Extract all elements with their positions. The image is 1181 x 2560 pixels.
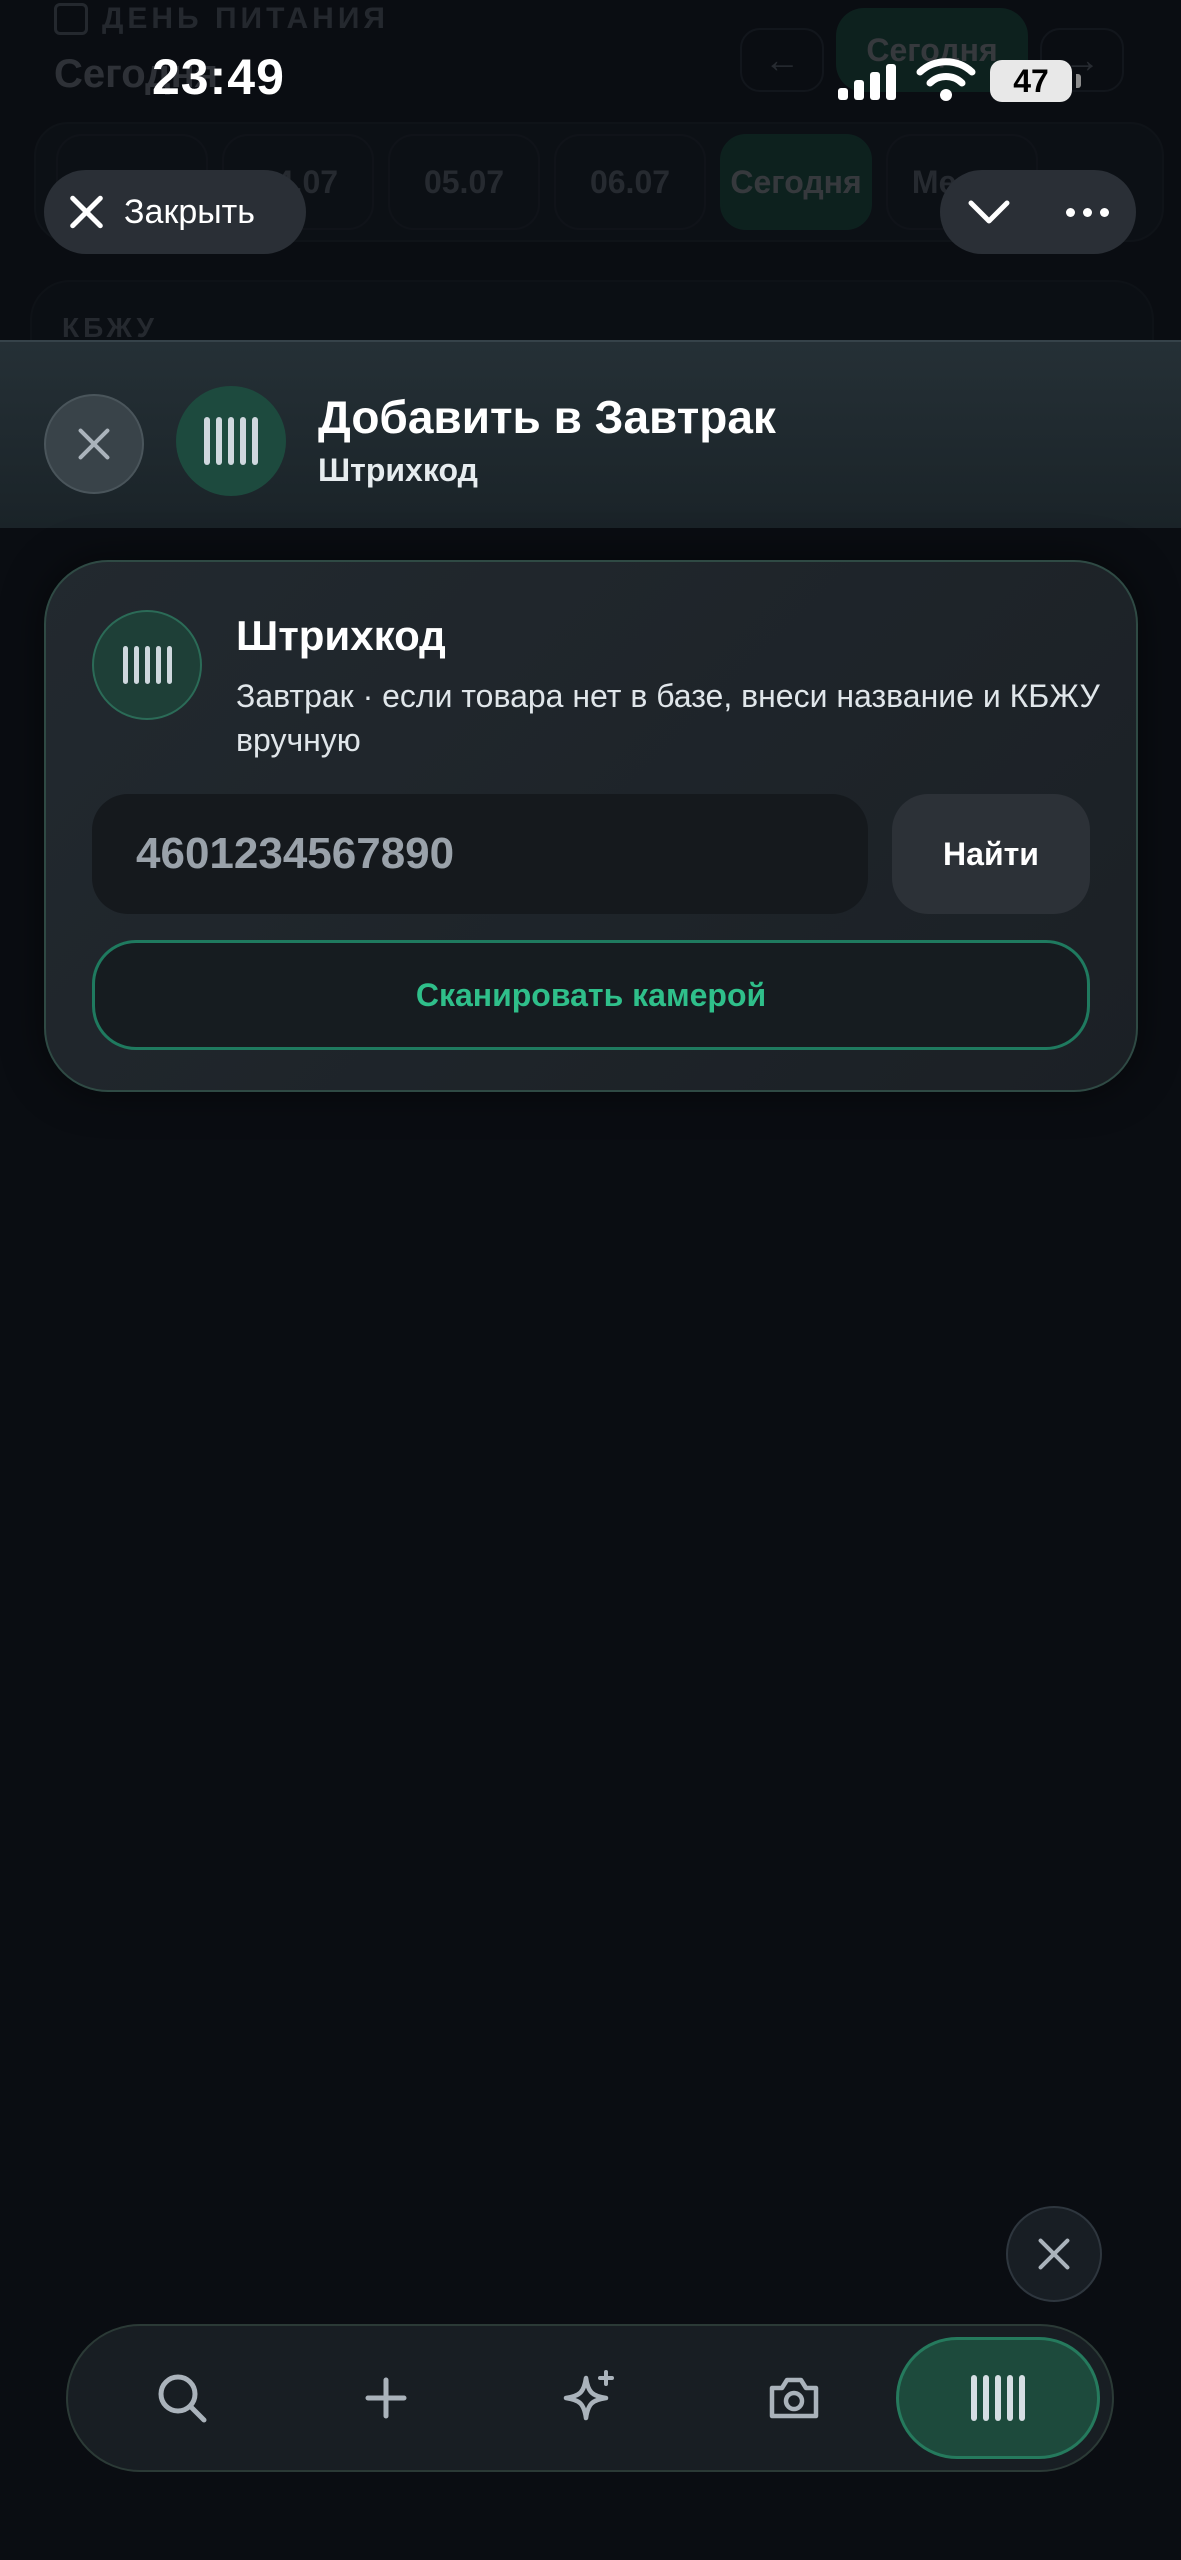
toolbar-search[interactable]: [80, 2337, 284, 2459]
scan-camera-button[interactable]: Сканировать камерой: [92, 940, 1090, 1050]
barcode-icon: [92, 610, 202, 720]
toolbar-close-button[interactable]: [1006, 2206, 1102, 2302]
wifi-icon: [916, 58, 976, 101]
more-button[interactable]: [1038, 170, 1136, 254]
sheet-title: Добавить в Завтрак: [318, 391, 776, 443]
toolbar-add[interactable]: [284, 2337, 488, 2459]
browser-actions: [940, 170, 1136, 254]
screen: ДЕНЬ ПИТАНИЯ Сегодня ← Сегодня → 03.07 0…: [0, 0, 1181, 2560]
close-icon: [66, 192, 106, 232]
find-button[interactable]: Найти: [892, 794, 1090, 914]
bottom-toolbar: [66, 2324, 1114, 2472]
calendar-icon: [54, 3, 88, 35]
toolbar-barcode[interactable]: [896, 2337, 1100, 2459]
more-dots-icon: [1065, 207, 1075, 217]
cellular-signal-icon: [838, 64, 896, 100]
sparkle-icon: [563, 2370, 614, 2421]
sheet-header: Добавить в Завтрак Штрихкод: [0, 340, 1181, 528]
toolbar-camera[interactable]: [692, 2337, 896, 2459]
close-browser-button[interactable]: Закрыть: [44, 170, 306, 254]
toolbar-ai[interactable]: [488, 2337, 692, 2459]
date-chip: 06.07: [554, 134, 706, 230]
date-chip-today: Сегодня: [720, 134, 872, 230]
barcode-input[interactable]: [92, 794, 868, 914]
search-icon: [158, 2374, 207, 2423]
prev-day-button: ←: [740, 28, 824, 92]
barcode-icon: [971, 2375, 1025, 2421]
collapse-button[interactable]: [940, 170, 1038, 254]
sheet-close-button[interactable]: [44, 394, 144, 494]
close-icon: [77, 427, 111, 461]
barcode-card: Штрихкод Завтрак · если товара нет в баз…: [44, 560, 1138, 1092]
plus-icon: [365, 2377, 407, 2419]
close-icon: [1037, 2237, 1071, 2271]
card-title: Штрихкод: [236, 612, 446, 659]
close-browser-label: Закрыть: [124, 192, 255, 231]
card-description: Завтрак · если товара нет в базе, внеси …: [236, 678, 1100, 758]
sheet-subtitle: Штрихкод: [318, 452, 478, 488]
battery-indicator: 47: [990, 60, 1081, 102]
chevron-down-icon: [968, 200, 1010, 224]
camera-icon: [769, 2377, 819, 2419]
status-time: 23:49: [152, 49, 285, 105]
date-chip: 05.07: [388, 134, 540, 230]
barcode-icon: [176, 386, 286, 496]
background-eyebrow: ДЕНЬ ПИТАНИЯ: [54, 2, 389, 36]
